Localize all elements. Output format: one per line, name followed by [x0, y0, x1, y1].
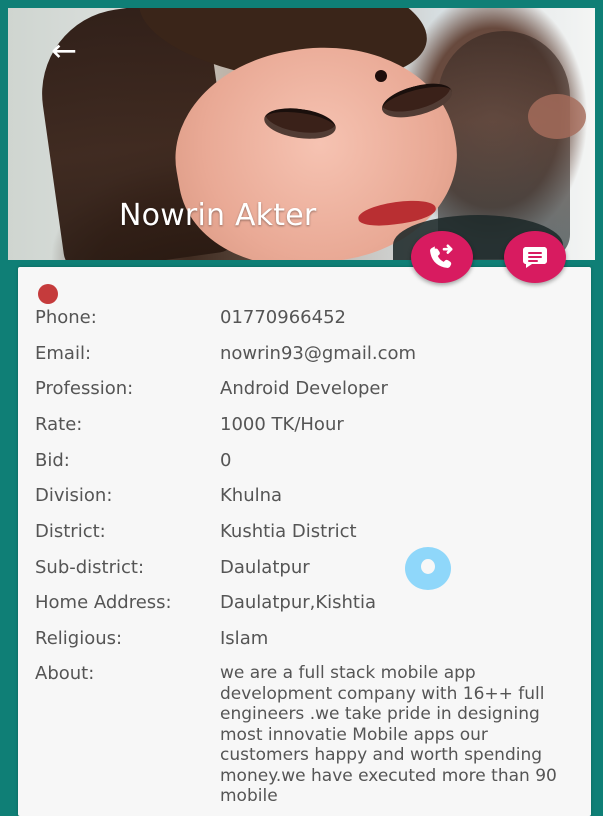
religious-value: Islam: [220, 628, 269, 649]
message-icon: [523, 247, 547, 268]
bid-label: Bid:: [35, 450, 70, 471]
phone-label: Phone:: [35, 307, 97, 328]
call-button[interactable]: [411, 231, 473, 283]
back-button[interactable]: ←: [46, 33, 82, 69]
rate-value: 1000 TK/Hour: [220, 414, 344, 435]
photo-bindi: [375, 70, 387, 82]
profile-name: Nowrin Akter: [119, 198, 317, 233]
sub-district-value: Daulatpur: [220, 557, 310, 578]
district-value: Kushtia District: [220, 521, 357, 542]
arrow-left-icon: ←: [51, 33, 77, 69]
message-button[interactable]: [504, 231, 566, 283]
profession-value: Android Developer: [220, 378, 388, 399]
home-address-label: Home Address:: [35, 592, 172, 613]
division-value: Khulna: [220, 485, 283, 506]
about-label: About:: [35, 663, 95, 684]
touch-indicator: [405, 547, 451, 590]
rate-label: Rate:: [35, 414, 83, 435]
about-value: we are a full stack mobile app developme…: [220, 663, 557, 806]
profile-details-card: Phone: 01770966452 Email: nowrin93@gmail…: [18, 267, 591, 816]
email-label: Email:: [35, 343, 92, 364]
phone-forward-icon: [430, 244, 453, 268]
religious-label: Religious:: [35, 628, 123, 649]
profile-screen: ← Nowrin Akter Phone: 01770966452 Email:…: [0, 0, 603, 816]
email-value: nowrin93@gmail.com: [220, 343, 417, 364]
phone-value: 01770966452: [220, 307, 346, 328]
status-dot: [38, 284, 58, 304]
photo-hand: [528, 94, 586, 139]
home-address-value: Daulatpur,Kishtia: [220, 592, 377, 613]
sub-district-label: Sub-district:: [35, 557, 145, 578]
division-label: Division:: [35, 485, 113, 506]
district-label: District:: [35, 521, 106, 542]
profile-header-photo: ← Nowrin Akter: [8, 8, 595, 260]
profession-label: Profession:: [35, 378, 134, 399]
bid-value: 0: [220, 450, 232, 471]
